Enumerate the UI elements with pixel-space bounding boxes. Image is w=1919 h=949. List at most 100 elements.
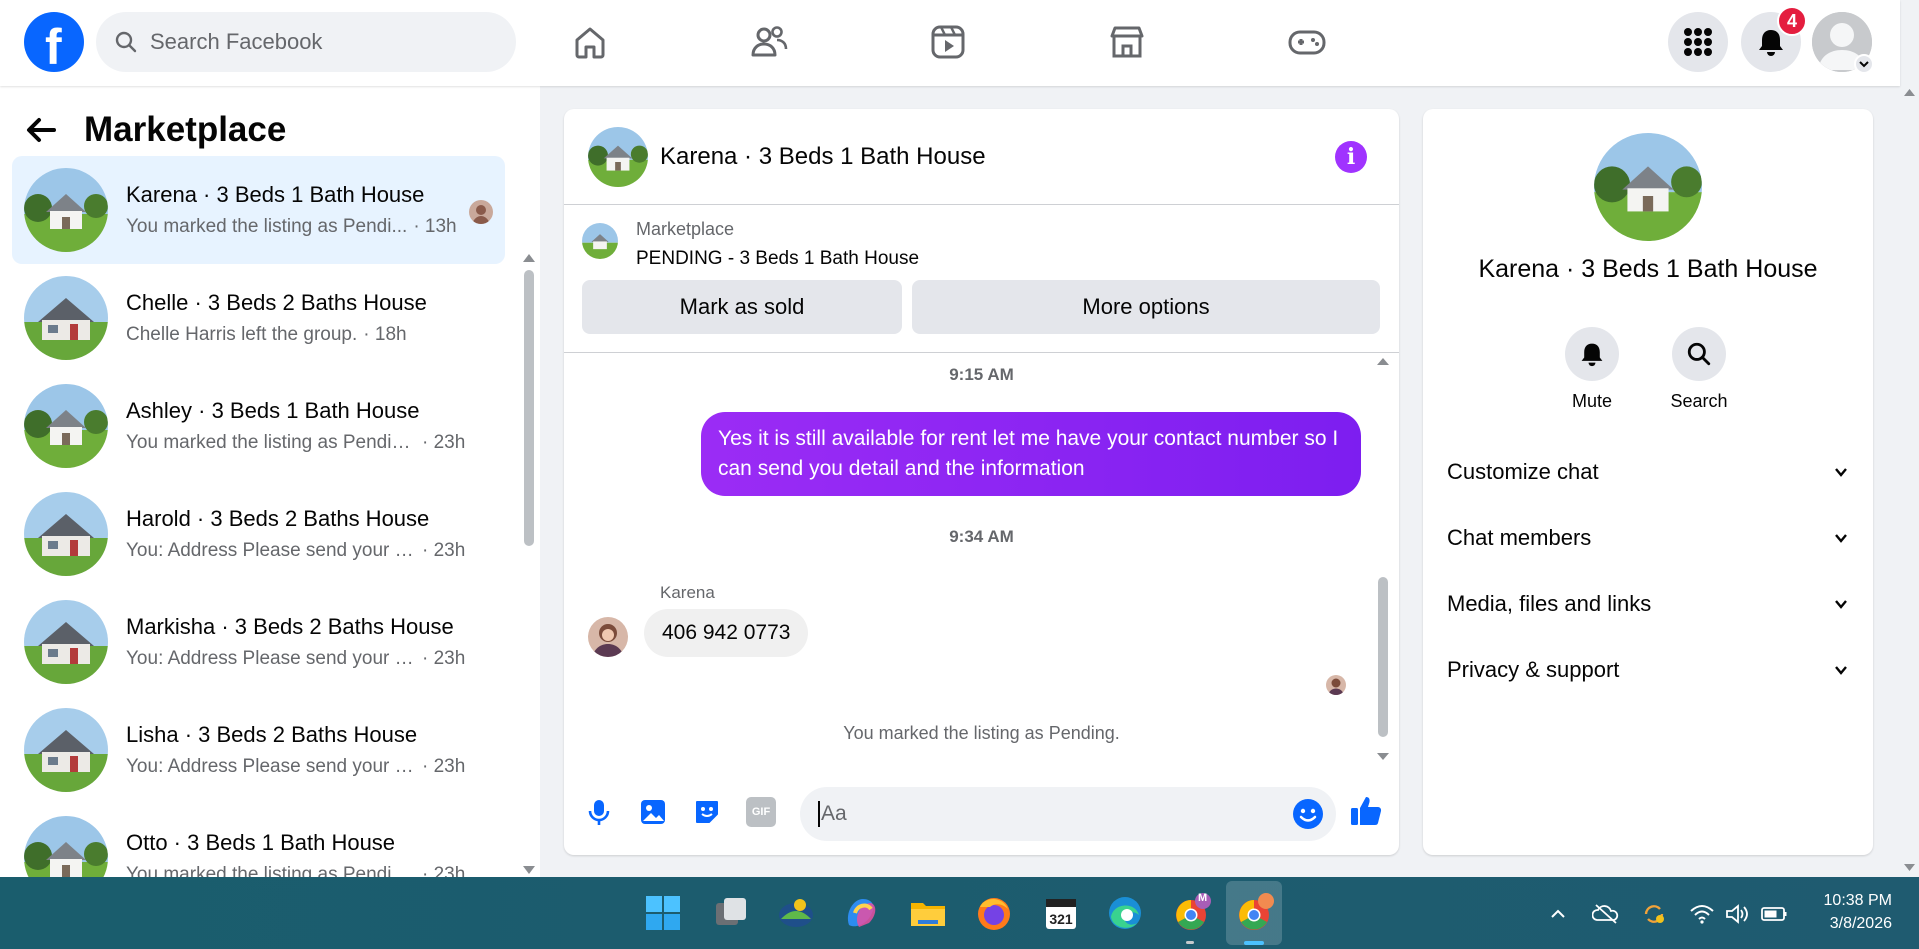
conversation-preview: Chelle Harris left the group. (126, 324, 358, 345)
conversation-item-harold[interactable]: Harold · 3 Beds 2 Baths House You: Addre… (12, 480, 505, 588)
privacy-support-section[interactable]: Privacy & support (1447, 642, 1849, 698)
search-input[interactable]: Search Facebook (96, 12, 516, 72)
bell-icon (1581, 343, 1603, 367)
chat-details-thumbnail[interactable] (1594, 133, 1702, 241)
task-view-icon[interactable] (711, 893, 751, 933)
sync-icon[interactable] (1640, 901, 1668, 927)
conversation-time: · 13h (413, 216, 457, 237)
scrollbar-thumb[interactable] (1378, 577, 1388, 737)
message-input[interactable]: Aa (800, 787, 1336, 841)
timestamp-separator: 9:15 AM (949, 365, 1014, 384)
sticker-icon[interactable] (692, 797, 722, 827)
conversation-preview: You marked the listing as Pending. (126, 432, 416, 453)
conversation-item-ashley[interactable]: Ashley · 3 Beds 1 Bath House You marked … (12, 372, 505, 480)
clock-time: 10:38 PM (1823, 892, 1892, 909)
chat-scrollbar[interactable] (1374, 355, 1392, 765)
battery-icon[interactable] (1760, 901, 1788, 927)
mark-as-sold-button[interactable]: Mark as sold (582, 280, 902, 334)
friends-icon[interactable] (749, 22, 789, 62)
chat-details-name: Karena · 3 Beds 1 Bath House (1478, 255, 1818, 283)
firefox-icon[interactable] (974, 893, 1014, 933)
emoji-icon[interactable] (1292, 798, 1324, 830)
chevron-down-icon (1835, 534, 1847, 543)
photo-app-icon[interactable] (776, 893, 816, 933)
chat-thumbnail[interactable] (588, 126, 648, 187)
file-explorer-icon[interactable] (908, 893, 948, 933)
mute-label: Mute (1571, 391, 1613, 411)
account-menu-chevron-icon[interactable] (1854, 54, 1874, 74)
facebook-logo[interactable]: f (24, 12, 84, 75)
svg-text:321: 321 (1049, 911, 1073, 927)
scroll-up-arrow-icon[interactable] (1900, 86, 1919, 98)
search-label: Search (1670, 391, 1728, 411)
photo-icon[interactable] (638, 797, 668, 827)
scroll-down-arrow-icon[interactable] (522, 864, 536, 876)
listing-title[interactable]: PENDING - 3 Beds 1 Bath House (636, 248, 919, 270)
conversation-item-chelle[interactable]: Chelle · 3 Beds 2 Baths House Chelle Har… (12, 264, 505, 372)
conversation-item-otto[interactable]: Otto · 3 Beds 1 Bath House You marked th… (12, 804, 505, 877)
info-icon[interactable]: i (1335, 141, 1367, 173)
gif-icon[interactable]: GIF (746, 797, 776, 827)
page-scrollbar[interactable] (1900, 86, 1919, 877)
volume-icon[interactable] (1723, 901, 1751, 927)
conversation-item-karena[interactable]: Karena · 3 Beds 1 Bath House You marked … (12, 156, 505, 264)
chevron-down-icon (1835, 468, 1847, 477)
notification-count-badge: 4 (1777, 6, 1807, 36)
conversation-list-scrollbar[interactable] (522, 182, 536, 882)
seen-avatar (1326, 675, 1346, 695)
section-label: Privacy & support (1447, 657, 1620, 682)
calendar-app-icon[interactable]: 321 (1041, 893, 1081, 933)
home-icon[interactable] (570, 22, 610, 62)
windows-start-icon[interactable] (643, 893, 683, 933)
microphone-icon[interactable] (584, 797, 614, 827)
back-arrow-icon[interactable] (24, 113, 58, 147)
sender-name: Karena (660, 583, 715, 602)
scroll-up-arrow-icon[interactable] (522, 252, 536, 264)
house-thumbnail (24, 600, 108, 684)
marketplace-header: Marketplace (24, 106, 286, 154)
listing-thumbnail[interactable] (582, 223, 618, 259)
gaming-icon[interactable] (1287, 22, 1327, 62)
edge-icon[interactable] (1105, 893, 1145, 933)
onedrive-paused-icon[interactable] (1592, 901, 1620, 927)
chat-title[interactable]: Karena · 3 Beds 1 Bath House (660, 143, 986, 171)
media-files-links-section[interactable]: Media, files and links (1447, 576, 1849, 632)
conversation-title: Lisha · 3 Beds 2 Baths House (126, 722, 418, 747)
menu-button[interactable] (1668, 12, 1728, 72)
scrollbar-thumb[interactable] (524, 270, 534, 546)
conversation-time: · 23h (422, 756, 466, 777)
house-thumbnail (24, 492, 108, 576)
section-label: Customize chat (1447, 459, 1599, 484)
chevron-down-icon (1835, 600, 1847, 609)
video-icon[interactable] (928, 22, 968, 62)
conversation-preview: You: Address Please send your ph... (126, 756, 416, 777)
notifications-button[interactable]: 4 (1741, 6, 1807, 72)
conversation-title: Karena · 3 Beds 1 Bath House (126, 182, 425, 207)
conversation-item-markisha[interactable]: Markisha · 3 Beds 2 Baths House You: Add… (12, 588, 505, 696)
scroll-down-arrow-icon[interactable] (1374, 751, 1392, 763)
system-clock[interactable]: 10:38 PM 3/8/2026 (1804, 889, 1892, 935)
customize-chat-section[interactable]: Customize chat (1447, 444, 1849, 500)
scroll-up-arrow-icon[interactable] (1374, 355, 1392, 367)
conversation-item-lisha[interactable]: Lisha · 3 Beds 2 Baths House You: Addres… (12, 696, 505, 804)
more-options-button[interactable]: More options (912, 280, 1380, 334)
conversation-list: Karena · 3 Beds 1 Bath House You marked … (12, 156, 505, 877)
thumbs-up-icon[interactable] (1348, 793, 1384, 829)
chat-members-section[interactable]: Chat members (1447, 510, 1849, 566)
running-indicator (1186, 941, 1194, 944)
windows-taskbar: 321 M 10:38 PM 3/8/2026 (0, 877, 1919, 949)
scroll-down-arrow-icon[interactable] (1900, 862, 1919, 874)
mute-button[interactable]: Mute (1552, 327, 1632, 412)
search-in-chat-button[interactable]: Search (1659, 327, 1739, 412)
marketplace-icon[interactable] (1107, 22, 1147, 62)
outgoing-message[interactable]: Yes it is still available for rent let m… (701, 412, 1361, 496)
incoming-message[interactable]: 406 942 0773 (644, 609, 809, 657)
conversation-preview: You: Address Please send your ph... (126, 540, 416, 561)
wifi-icon[interactable] (1688, 901, 1716, 927)
conversation-time: · 23h (422, 864, 466, 877)
chevron-up-icon[interactable] (1544, 901, 1572, 927)
chrome-profile-badge: M (1198, 892, 1208, 904)
copilot-icon[interactable] (841, 893, 881, 933)
sender-avatar[interactable] (588, 617, 628, 657)
chrome-profile-active-icon[interactable] (1234, 893, 1274, 933)
